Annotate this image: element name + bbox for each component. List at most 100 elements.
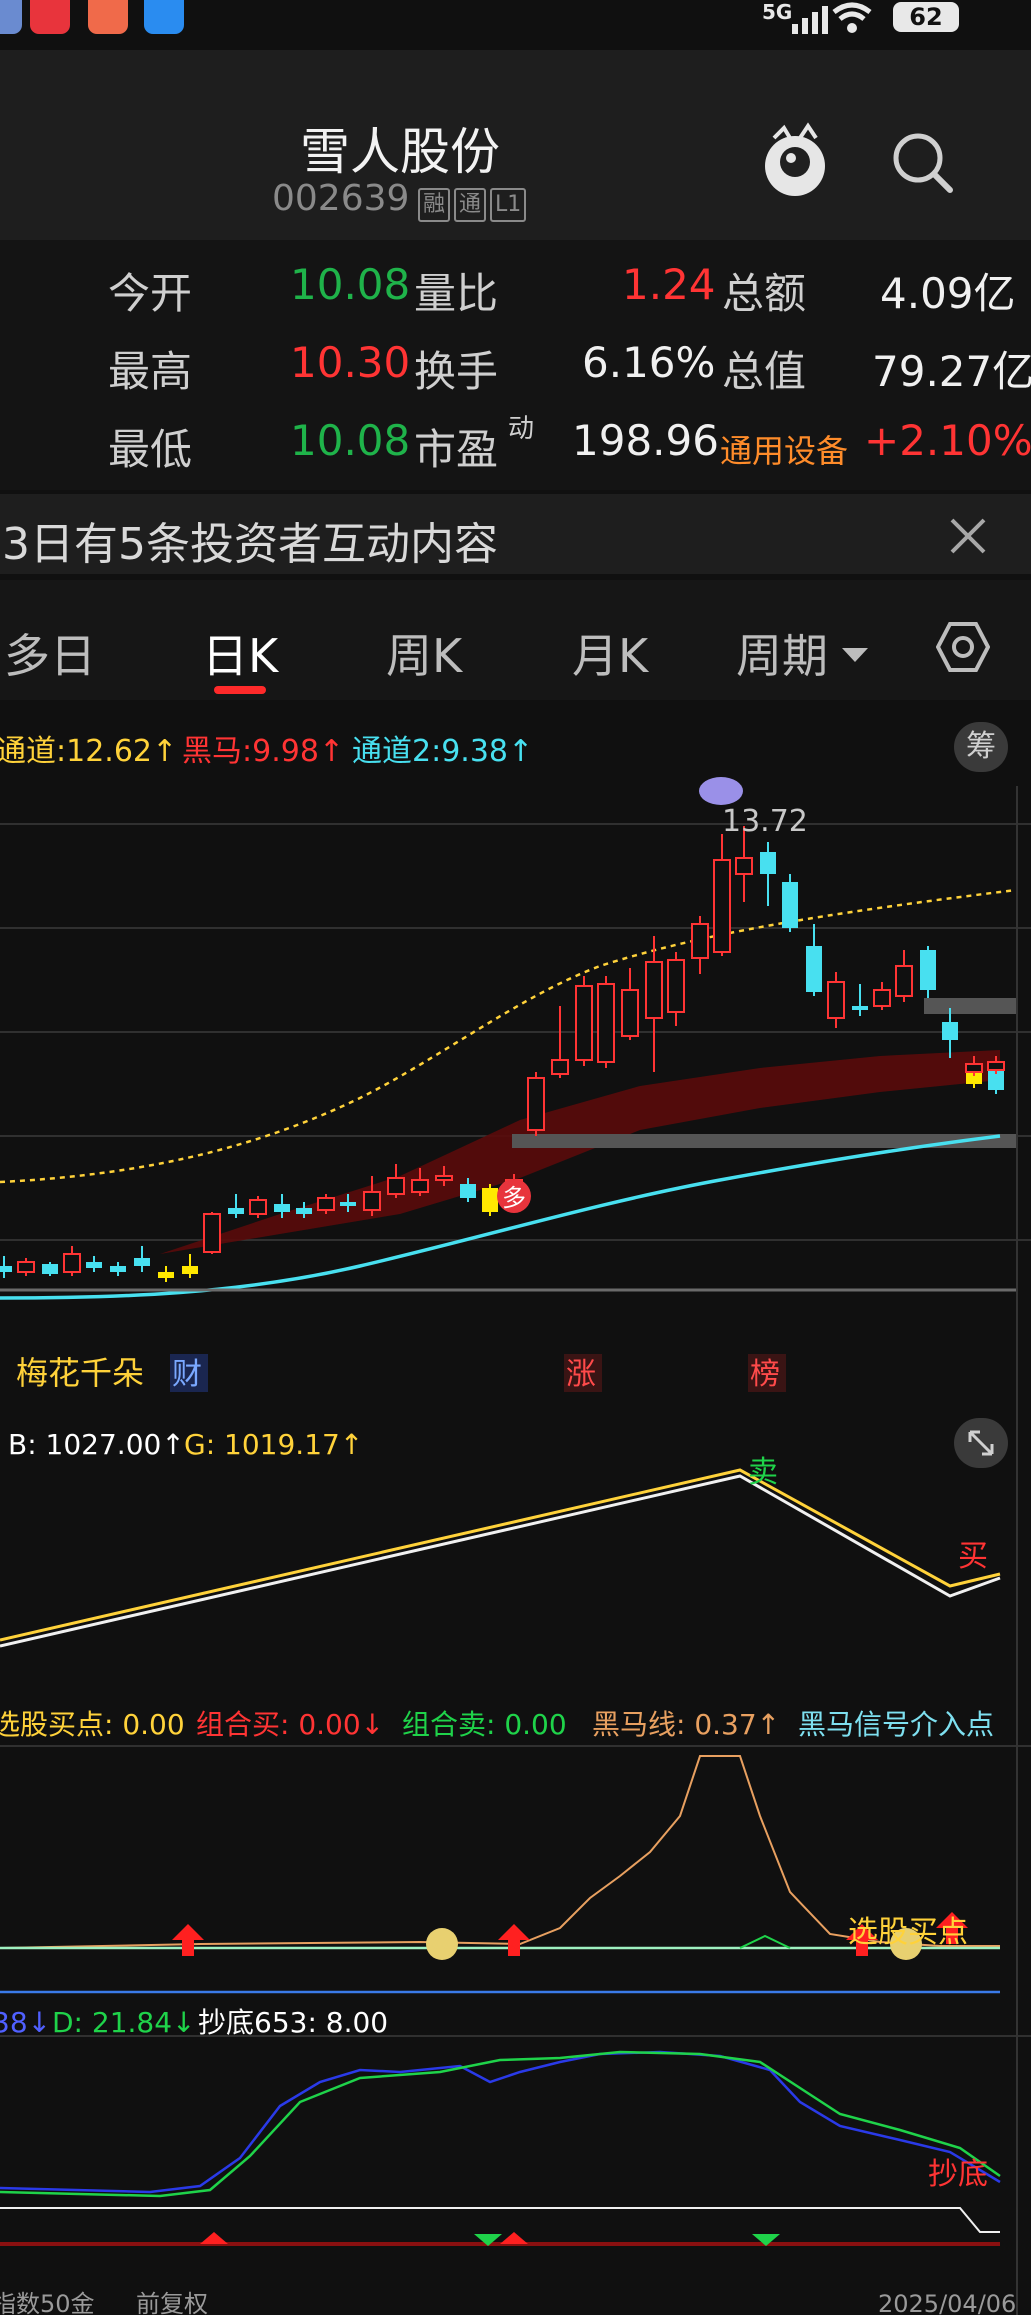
low-label: 最低 (108, 425, 193, 474)
high-label: 最高 (108, 347, 193, 396)
candles-group (0, 826, 1005, 1282)
candle-body (86, 1262, 102, 1268)
candle-body (713, 859, 731, 953)
candle-body (387, 1177, 405, 1195)
sub1-yellow-line (0, 1468, 1001, 1642)
interaction-notice[interactable]: 3日有5条投资者互动内容 (0, 494, 1031, 574)
candle-body (340, 1202, 356, 1206)
volume-ratio-label: 量比 (414, 269, 499, 318)
sub3-white-line (0, 2207, 1000, 2233)
candle-body (42, 1264, 58, 1274)
rise-label: 涨 (566, 1357, 596, 1392)
close-icon[interactable] (948, 516, 988, 556)
low-value: 10.08 (290, 416, 411, 465)
pe-superscript: 动 (508, 414, 535, 444)
tag-l1: L1 (490, 188, 527, 222)
high-marker-icon (699, 777, 743, 805)
active-tab-underline (214, 686, 266, 694)
candle-body (895, 965, 913, 997)
network-label: 5G (762, 0, 793, 24)
sub2-combo-buy: 组合买: 0.00↓ (196, 1708, 384, 1741)
candle-body (987, 1061, 1005, 1071)
app-icon-3 (88, 0, 128, 34)
open-value: 10.08 (290, 260, 411, 309)
candlestick-chart[interactable]: 13.72 多 梅花千朵 财 涨 榜 B: 1027.00↑ G: 1019.1… (0, 706, 1031, 2315)
candle-body (63, 1253, 81, 1273)
candle-body (760, 852, 776, 874)
tab-period[interactable]: 周期 (736, 620, 828, 686)
candle-body (942, 1022, 958, 1040)
sub1-b-value: B: 1027.00↑ (8, 1428, 185, 1461)
support-band-lower (512, 1134, 1016, 1148)
sub2-blackhorse-signal: 黑马信号介入点 (798, 1708, 994, 1741)
candle-body (17, 1261, 35, 1273)
tab-multi-day[interactable]: 多日 (4, 620, 96, 686)
candle-body (411, 1179, 429, 1193)
app-icon-1 (0, 0, 22, 34)
app-icon-4 (144, 0, 184, 34)
sub2-select-buy: 选股买点: 0.00 (0, 1708, 185, 1741)
open-label: 今开 (108, 269, 193, 318)
duo-marker-label: 多 (502, 1184, 526, 1212)
market-cap-value: 79.27亿 (872, 347, 1031, 396)
sub3-d-value: D: 21.84↓ (52, 2006, 196, 2039)
chevron-down-icon[interactable] (840, 646, 870, 666)
candle-body (249, 1199, 267, 1215)
industry-link[interactable]: 通用设备 (720, 426, 848, 472)
candle-body (852, 1006, 868, 1010)
industry-change[interactable]: +2.10% (864, 416, 1031, 465)
candle-body (645, 961, 663, 1019)
stock-header: 雪人股份 002639 融 通 L1 (0, 50, 1031, 240)
turnover-amount-value: 4.09亿 (880, 269, 1016, 318)
mascot-icon[interactable] (760, 120, 830, 200)
candle-body (158, 1272, 174, 1278)
sell-signal-label: 卖 (748, 1455, 778, 1490)
period-tabs: 多日 日K 周K 月K 周期 (0, 580, 1031, 700)
sub1-white-line (0, 1474, 1001, 1648)
select-buy-point-label: 选股买点 (848, 1915, 968, 1950)
candle-body (317, 1197, 335, 1211)
candle-body (575, 985, 593, 1061)
app-icon-2 (30, 0, 70, 34)
sub2-blackhorse-line: 黑马线: 0.37↑ (592, 1708, 780, 1741)
footer-date-label: 2025/04/06 (878, 2290, 1016, 2315)
tag-connect: 通 (454, 188, 487, 222)
candle-body (0, 1266, 12, 1272)
quote-panel: 今开 10.08 量比 1.24 总额 4.09亿 最高 10.30 换手 6.… (0, 240, 1031, 490)
support-band-upper (924, 998, 1016, 1014)
candle-body (274, 1204, 290, 1212)
candle-body (735, 857, 753, 875)
tab-monthly-k[interactable]: 月K (572, 620, 648, 686)
candle-body (203, 1213, 221, 1253)
market-cap-label: 总值 (722, 347, 807, 396)
candle-body (527, 1077, 545, 1131)
tag-margin: 融 (418, 188, 451, 222)
candle-body (827, 981, 845, 1019)
candle-body (667, 959, 685, 1013)
stock-title: 雪人股份 (300, 123, 500, 181)
candle-body (621, 989, 639, 1037)
candle-body (134, 1258, 150, 1266)
candle-body (551, 1059, 569, 1075)
candle-body (110, 1266, 126, 1272)
volume-ratio-value: 1.24 (622, 260, 716, 309)
candle-body (228, 1208, 244, 1214)
wifi-icon (832, 2, 872, 33)
status-bar: 5G 62 (0, 0, 1031, 50)
candle-body (691, 923, 709, 959)
search-icon[interactable] (888, 128, 958, 198)
battery-indicator: 62 (893, 2, 959, 32)
notice-text: 3日有5条投资者互动内容 (2, 519, 498, 570)
finance-label: 财 (172, 1357, 202, 1392)
settings-icon[interactable] (936, 620, 990, 674)
candle-body (806, 946, 822, 992)
sub3-blue-line (0, 2050, 1001, 2194)
tab-weekly-k[interactable]: 周K (386, 620, 462, 686)
chart-area[interactable]: 通道:12.62↑ 黑马:9.98↑ 通道2:9.38↑ 筹 13.72 多 梅… (0, 706, 1031, 2315)
footer-adjust-label: 前复权 (136, 2290, 208, 2315)
pe-value: 198.96 (572, 416, 719, 465)
candle-body (363, 1191, 381, 1211)
candle-body (920, 950, 936, 990)
tab-daily-k[interactable]: 日K (202, 620, 278, 686)
board-label: 榜 (750, 1357, 780, 1392)
